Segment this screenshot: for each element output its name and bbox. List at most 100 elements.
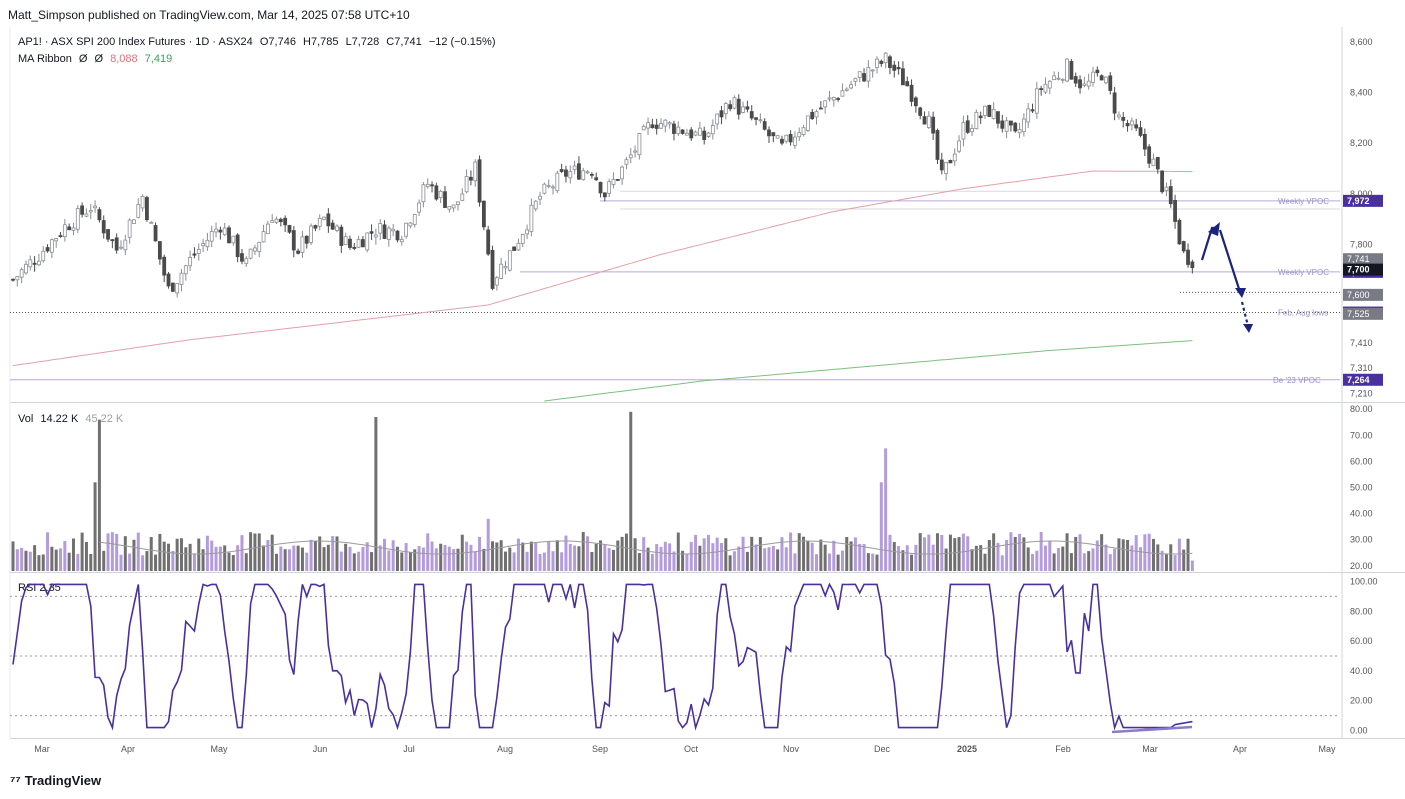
candle-body xyxy=(88,210,93,213)
volume-bar xyxy=(141,555,145,571)
candle-body xyxy=(19,269,24,278)
volume-bar xyxy=(789,532,793,571)
candle-body xyxy=(577,163,581,180)
price-axis-label: 8,200 xyxy=(1350,138,1373,148)
candle-body xyxy=(369,231,374,234)
volume-bar xyxy=(1043,545,1047,571)
candle-body xyxy=(132,219,136,224)
volume-bar xyxy=(318,536,322,571)
candle-body xyxy=(602,192,607,198)
candle-body xyxy=(227,227,231,244)
candle-body xyxy=(689,129,694,139)
volume-bar xyxy=(236,545,240,571)
candle-body xyxy=(54,238,59,242)
candle-body xyxy=(818,107,823,110)
volume-bar xyxy=(866,553,870,571)
time-axis-label: Dec xyxy=(874,744,891,754)
volume-bar xyxy=(901,550,905,571)
volume-bar xyxy=(287,549,291,571)
volume-bar xyxy=(102,550,106,571)
candle-body xyxy=(624,159,629,165)
chart-canvas[interactable]: Weekly VPOC7,972Weekly VPOC7,691Feb, Aug… xyxy=(0,0,1405,799)
volume-bar xyxy=(421,547,425,571)
candle-body xyxy=(140,196,145,209)
candle-body xyxy=(1168,186,1173,205)
candle-body xyxy=(961,122,966,140)
volume-bar xyxy=(793,553,797,571)
volume-bar xyxy=(365,542,369,571)
volume-bar xyxy=(41,554,45,571)
volume-bar xyxy=(179,538,183,571)
candle-body xyxy=(1065,58,1069,82)
volume-bar xyxy=(262,545,266,571)
volume-bar xyxy=(240,535,244,571)
volume-bar xyxy=(1126,540,1130,571)
time-axis-label: Mar xyxy=(34,744,50,754)
volume-bar xyxy=(603,544,607,571)
candle-body xyxy=(265,223,270,235)
candle-body xyxy=(568,171,573,179)
candle-body xyxy=(382,224,387,239)
volume-bar xyxy=(642,537,646,571)
volume-bar xyxy=(443,545,447,571)
volume-bar xyxy=(983,553,987,571)
candle-body xyxy=(170,282,175,292)
candle-body xyxy=(192,253,197,256)
price-axis-label: 7,310 xyxy=(1350,363,1373,373)
volume-bar xyxy=(305,552,309,571)
candle-body xyxy=(67,226,72,231)
candle-body xyxy=(611,178,616,185)
volume-bar xyxy=(499,540,503,571)
volume-bar xyxy=(944,548,948,571)
candle-body xyxy=(633,150,637,153)
candle-body xyxy=(840,90,845,97)
candle-body xyxy=(1039,88,1044,90)
volume-bar xyxy=(858,543,862,571)
candle-body xyxy=(745,106,750,110)
candle-body xyxy=(110,239,115,242)
volume-bar xyxy=(50,546,54,571)
candle-body xyxy=(646,122,650,129)
volume-bar xyxy=(171,550,175,571)
candle-body xyxy=(719,110,724,118)
volume-bar xyxy=(11,541,15,571)
candle-body xyxy=(1177,219,1182,245)
candle-body xyxy=(710,124,715,135)
candle-body xyxy=(1060,78,1065,81)
candle-body xyxy=(494,277,499,286)
volume-bar xyxy=(823,544,827,571)
volume-bar xyxy=(611,549,615,571)
candle-body xyxy=(888,56,892,68)
volume-bar xyxy=(469,544,473,571)
volume-bar xyxy=(1186,538,1190,571)
candle-body xyxy=(965,120,970,133)
volume-bar xyxy=(408,552,412,571)
candle-body xyxy=(136,204,141,218)
volume-bar xyxy=(201,549,205,571)
time-axis-label: Nov xyxy=(783,744,800,754)
volume-bar xyxy=(1091,548,1095,571)
candle-body xyxy=(680,129,685,134)
candle-body xyxy=(978,115,983,119)
candle-body xyxy=(477,159,482,203)
volume-bar xyxy=(853,537,857,571)
volume-bar xyxy=(218,546,222,571)
candle-body xyxy=(49,239,54,253)
volume-bar xyxy=(97,419,101,571)
volume-bar xyxy=(1052,553,1056,571)
volume-bars xyxy=(11,411,1194,571)
candle-body xyxy=(261,231,266,243)
candle-body xyxy=(1073,76,1078,84)
volume-bar xyxy=(698,545,702,571)
candle-body xyxy=(827,97,832,100)
rsi-axis-label: 60.00 xyxy=(1350,636,1373,646)
candle-body xyxy=(183,265,188,275)
volume-bar xyxy=(616,540,620,571)
volume-bar xyxy=(551,551,555,571)
candle-body xyxy=(767,129,771,137)
candle-body xyxy=(797,132,802,138)
candle-body xyxy=(248,248,253,259)
candle-body xyxy=(1142,133,1147,150)
volume-bar xyxy=(659,546,663,571)
candle-body xyxy=(931,116,936,134)
